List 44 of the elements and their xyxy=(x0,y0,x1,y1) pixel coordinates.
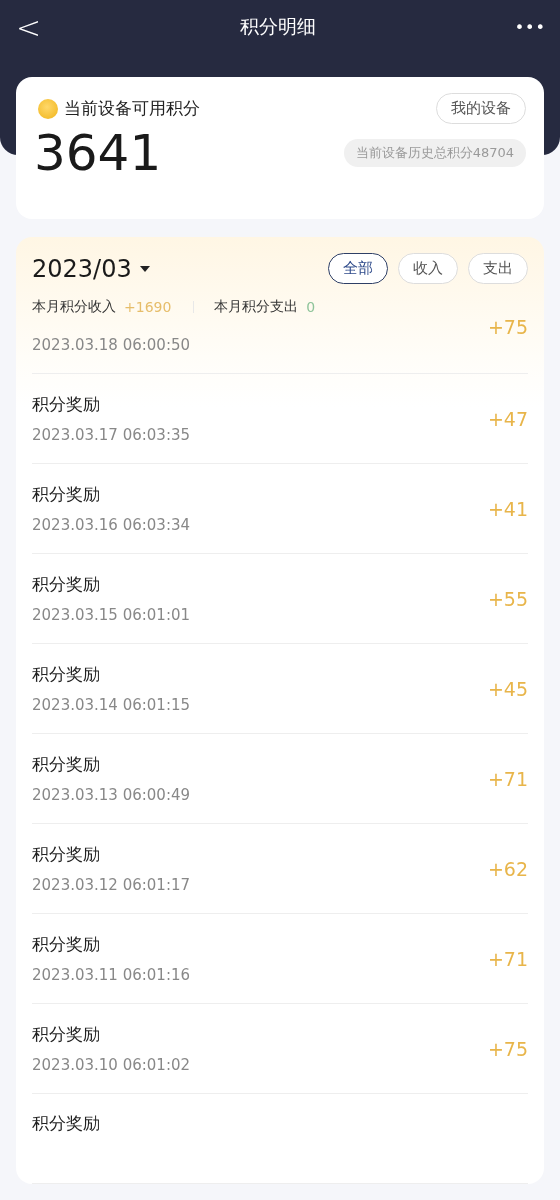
filter-tab[interactable]: 支出 xyxy=(468,253,528,284)
record-title: 积分奖励 xyxy=(32,663,101,686)
record-title: 积分奖励 xyxy=(32,573,101,596)
filter-tab[interactable]: 收入 xyxy=(398,253,458,284)
balance-label: 当前设备可用积分 xyxy=(64,97,200,120)
my-devices-button[interactable]: 我的设备 xyxy=(436,93,526,124)
page-title: 积分明细 xyxy=(239,14,316,39)
record-amount: +75 xyxy=(487,316,528,338)
income-label: 本月积分收入 xyxy=(32,298,116,316)
record-title: 积分奖励 xyxy=(32,393,101,416)
history-total: 当前设备历史总积分48704 xyxy=(343,139,526,167)
record-title: 积分奖励 xyxy=(32,843,101,866)
coin-icon xyxy=(38,98,58,119)
more-button[interactable]: ••• xyxy=(514,17,546,37)
record-date: 2023.03.17 06:03:35 xyxy=(32,426,191,444)
record-date: 2023.03.18 06:00:50 xyxy=(32,336,191,354)
record-title: 积分奖励 xyxy=(32,1023,101,1046)
record-date: 2023.03.12 06:01:17 xyxy=(32,876,191,894)
back-button[interactable]: < xyxy=(16,9,42,45)
expense-label: 本月积分支出 xyxy=(214,298,299,316)
income-value: +1690 xyxy=(124,299,172,315)
record-date: 2023.03.10 06:01:02 xyxy=(32,1056,191,1074)
record-date: 2023.03.16 06:03:34 xyxy=(32,516,191,534)
record-amount: +47 xyxy=(487,407,528,430)
record-amount: +62 xyxy=(487,857,528,880)
balance-value: 3641 xyxy=(34,124,162,182)
record-title: 积分奖励 xyxy=(32,1112,100,1135)
month-picker[interactable]: 2023/03 xyxy=(32,254,150,283)
record-amount: +71 xyxy=(487,767,528,790)
record-date: 2023.03.11 06:01:16 xyxy=(32,966,191,984)
record-date: 2023.03.13 06:00:49 xyxy=(32,786,191,804)
record-title: 积分奖励 xyxy=(32,933,101,956)
record-date: 2023.03.15 06:01:01 xyxy=(32,606,191,624)
record-amount: +45 xyxy=(487,677,528,700)
record-title: 积分奖励 xyxy=(32,753,101,776)
caret-icon xyxy=(139,265,150,272)
record-amount: +75 xyxy=(487,1037,528,1060)
record-amount: +41 xyxy=(487,497,528,520)
filter-tab[interactable]: 全部 xyxy=(328,253,388,284)
record-date: 2023.03.14 06:01:15 xyxy=(32,696,191,714)
record-amount: +55 xyxy=(487,587,528,610)
record-title: 积分奖励 xyxy=(32,483,101,506)
record-amount: +71 xyxy=(487,947,528,970)
expense-value: 0 xyxy=(306,299,316,315)
